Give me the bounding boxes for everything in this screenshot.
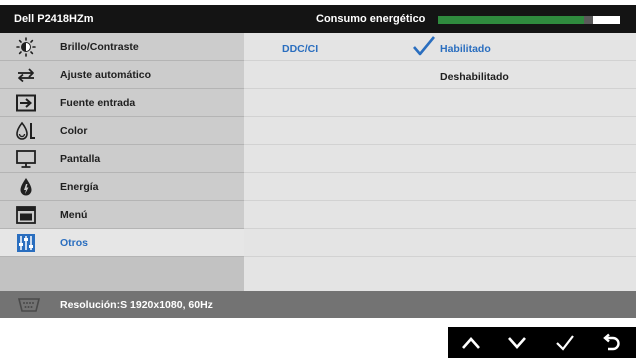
vga-connector-icon	[17, 298, 41, 312]
resolution-text: Resolución:S 1920x1080, 60Hz	[60, 299, 213, 311]
navigation-buttons	[448, 327, 636, 358]
content-row-empty	[244, 173, 636, 201]
display-icon	[16, 150, 36, 168]
check-icon	[413, 36, 436, 56]
power-icon	[20, 178, 32, 196]
content-row-empty	[244, 201, 636, 229]
menu-item-label: Pantalla	[60, 153, 101, 165]
chevron-down-icon	[508, 337, 526, 349]
menu-item-energia[interactable]: Energía	[0, 173, 244, 201]
ok-button[interactable]	[542, 327, 588, 358]
menu-item-color[interactable]: Color	[0, 117, 244, 145]
energy-meter-fill	[438, 16, 584, 24]
status-bar: Resolución:S 1920x1080, 60Hz	[0, 291, 636, 318]
sun-icon	[16, 37, 36, 57]
back-button[interactable]	[588, 327, 634, 358]
color-icon	[16, 121, 35, 140]
content-row-empty	[244, 145, 636, 173]
menu-item-label: Energía	[60, 181, 99, 193]
others-icon	[17, 234, 35, 252]
up-button[interactable]	[448, 327, 494, 358]
osd-window: Dell P2418HZm Consumo energético Brillo/…	[0, 0, 636, 318]
energy-meter	[438, 16, 620, 24]
menu-item-menu[interactable]: Menú	[0, 201, 244, 229]
menu-item-fuente-entrada[interactable]: Fuente entrada	[0, 89, 244, 117]
option-habilitado[interactable]: Habilitado	[440, 43, 491, 55]
menu-icon	[16, 206, 36, 224]
menu-item-label: Fuente entrada	[60, 97, 136, 109]
monitor-model: Dell P2418HZm	[14, 13, 94, 25]
content-row-empty	[244, 89, 636, 117]
main-menu: Brillo/Contraste Ajuste automático Fuent…	[0, 33, 244, 291]
chevron-up-icon	[462, 337, 480, 349]
option-row-enabled[interactable]: DDC/CI Habilitado	[244, 33, 636, 61]
down-button[interactable]	[494, 327, 540, 358]
menu-item-label: Color	[60, 125, 88, 137]
energy-meter-remaining	[592, 16, 620, 24]
menu-item-otros[interactable]: Otros	[0, 229, 244, 257]
menu-item-label: Menú	[60, 209, 88, 221]
menu-item-pantalla[interactable]: Pantalla	[0, 145, 244, 173]
osd-header: Dell P2418HZm Consumo energético	[0, 5, 636, 33]
menu-item-ajuste-automatico[interactable]: Ajuste automático	[0, 61, 244, 89]
menu-item-label: Ajuste automático	[60, 69, 152, 81]
menu-item-brillo-contraste[interactable]: Brillo/Contraste	[0, 33, 244, 61]
input-source-icon	[16, 94, 36, 112]
back-arrow-icon	[603, 333, 620, 351]
menu-filler	[0, 257, 244, 291]
menu-item-label: Brillo/Contraste	[60, 41, 139, 53]
option-deshabilitado[interactable]: Deshabilitado	[440, 71, 509, 83]
content-row-empty	[244, 117, 636, 145]
menu-item-label: Otros	[60, 237, 89, 249]
content-row-empty	[244, 229, 636, 257]
auto-adjust-icon	[18, 68, 34, 83]
energy-label: Consumo energético	[316, 13, 426, 25]
check-icon	[556, 335, 574, 351]
setting-label: DDC/CI	[282, 43, 319, 55]
submenu-panel: DDC/CI Habilitado Deshabilitado	[244, 33, 636, 291]
